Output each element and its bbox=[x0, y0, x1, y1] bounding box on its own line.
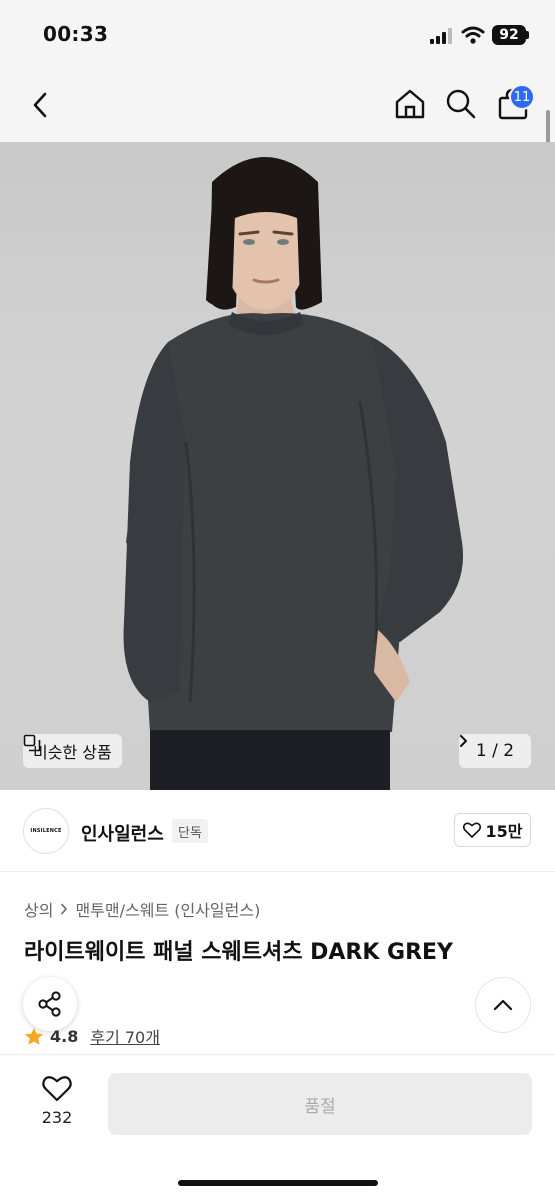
chevron-right-icon bbox=[61, 903, 68, 915]
brand-logo-text: INSILENCE bbox=[30, 828, 62, 834]
brand-like-count: 15만 bbox=[485, 822, 523, 841]
home-indicator bbox=[178, 1180, 378, 1186]
heart-outline-icon bbox=[462, 822, 481, 838]
image-page-indicator[interactable]: 1 / 2 bbox=[459, 734, 531, 768]
chevron-right-icon bbox=[460, 735, 467, 747]
battery-indicator: 92 bbox=[492, 25, 526, 45]
breadcrumb-item[interactable]: 맨투맨/스웨트 (인사일런스) bbox=[75, 897, 260, 921]
status-bar: 00:33 92 bbox=[0, 0, 555, 70]
brand-name[interactable]: 인사일런스 bbox=[81, 820, 164, 846]
brand-like-button[interactable]: 15만 bbox=[454, 813, 531, 847]
similar-products-label: 비슷한 상품 bbox=[33, 743, 112, 762]
star-icon bbox=[25, 1027, 43, 1045]
bottom-action-bar: 232 품절 bbox=[0, 1054, 555, 1200]
product-image-carousel[interactable]: 비슷한 상품 1 / 2 bbox=[0, 142, 555, 790]
wishlist-count: 232 bbox=[41, 1108, 73, 1127]
breadcrumb-item[interactable]: 상의 bbox=[24, 897, 53, 921]
rating-value: 4.8 bbox=[50, 1026, 79, 1046]
home-icon[interactable] bbox=[393, 87, 427, 121]
search-icon[interactable] bbox=[445, 87, 477, 121]
share-button[interactable] bbox=[23, 977, 77, 1031]
page-indicator-text: 1 / 2 bbox=[475, 741, 515, 761]
battery-tip bbox=[526, 31, 529, 39]
breadcrumb: 상의 맨투맨/스웨트 (인사일런스) bbox=[24, 897, 260, 921]
back-icon[interactable] bbox=[26, 88, 56, 122]
scroll-to-top-button[interactable] bbox=[475, 977, 531, 1033]
review-count-link[interactable]: 후기 70개 bbox=[90, 1024, 160, 1048]
nav-bar bbox=[0, 70, 555, 142]
wifi-icon bbox=[461, 26, 485, 44]
product-title: 라이트웨이트 패널 스웨트셔츠 DARK GREY bbox=[24, 940, 453, 965]
copy-icon bbox=[23, 734, 41, 752]
signal-icon bbox=[430, 28, 452, 44]
exclusive-badge: 단독 bbox=[172, 819, 208, 843]
model-photo bbox=[123, 157, 464, 790]
chevron-up-icon bbox=[493, 999, 513, 1011]
brand-logo[interactable]: INSILENCE bbox=[23, 808, 69, 854]
brand-row: INSILENCE 인사일런스 단독 15만 bbox=[0, 790, 555, 872]
cart-count-badge: 11 bbox=[509, 84, 535, 110]
wishlist-button[interactable]: 232 bbox=[32, 1075, 82, 1135]
similar-products-button[interactable]: 비슷한 상품 bbox=[23, 734, 122, 768]
soldout-button[interactable]: 품절 bbox=[108, 1073, 532, 1135]
heart-icon bbox=[42, 1076, 72, 1102]
status-time: 00:33 bbox=[43, 22, 109, 46]
share-icon bbox=[38, 991, 61, 1017]
rating-row: 4.8 후기 70개 bbox=[24, 1024, 160, 1048]
